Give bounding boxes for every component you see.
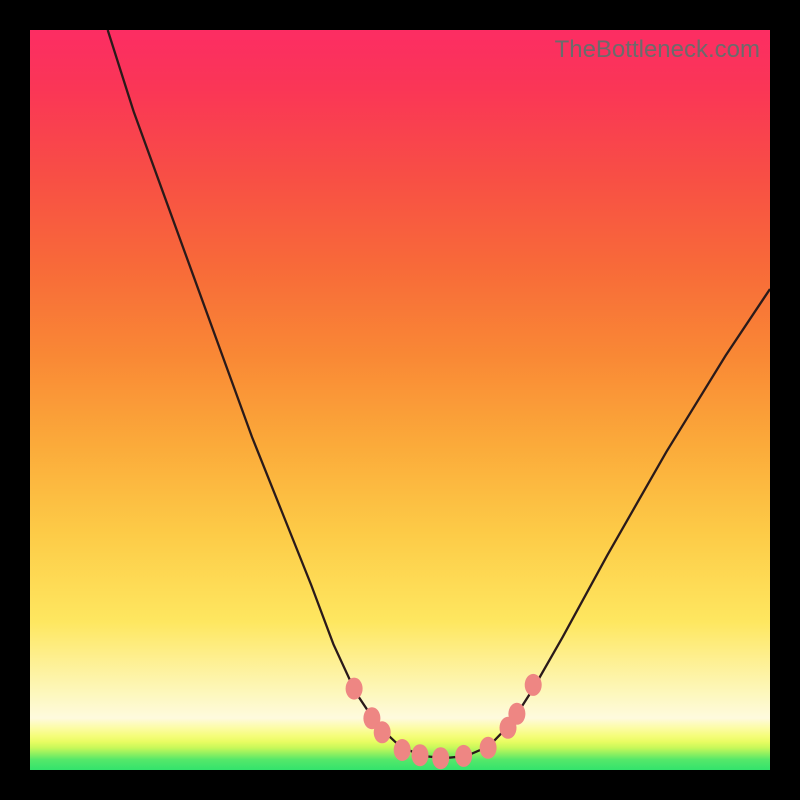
left-bead-3 [374, 721, 391, 743]
right-bead-2 [508, 703, 525, 725]
flat-bead-4 [455, 745, 472, 767]
plot-area: TheBottleneck.com [30, 30, 770, 770]
bottleneck-curve [108, 30, 770, 758]
flat-bead-2 [412, 744, 429, 766]
chart-frame: TheBottleneck.com [0, 0, 800, 800]
left-bead-1 [346, 678, 363, 700]
bead-group [346, 674, 542, 769]
flat-bead-1 [394, 739, 411, 761]
curve-svg [30, 30, 770, 770]
flat-bead-3 [432, 747, 449, 769]
right-bead-3 [525, 674, 542, 696]
flat-bead-5 [480, 737, 497, 759]
